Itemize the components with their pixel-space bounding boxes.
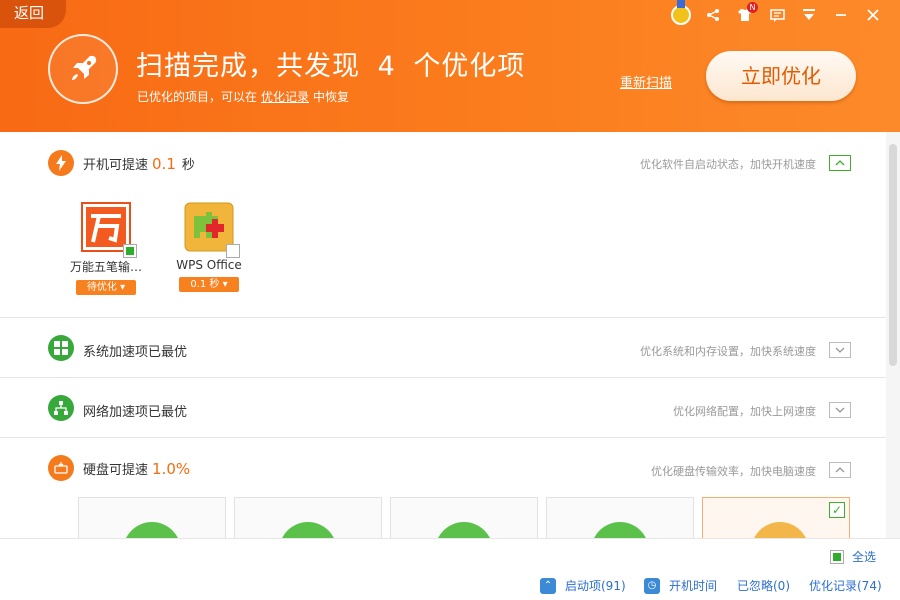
title-bar-controls: N (662, 0, 886, 26)
select-checkbox[interactable]: ✓ (829, 502, 845, 518)
scrollbar[interactable] (886, 132, 900, 538)
startup-items-link[interactable]: ⌃ 启动项(91) (540, 577, 626, 594)
boot-time-link[interactable]: ◷ 开机时间 (644, 577, 717, 594)
optimize-now-button[interactable]: 立即优化 (706, 51, 856, 101)
startup-icon: ⌃ (540, 577, 556, 594)
rescan-link[interactable]: 重新扫描 (620, 72, 672, 91)
restore-hint: 已优化的项目，可以在 优化记录 中恢复 (137, 90, 350, 104)
checkbox-box[interactable] (830, 549, 844, 564)
header: 返回 N 扫描完成，共发现 4 个优化项 已优化的项目，可以在 优化记录 中恢复… (0, 0, 900, 132)
scan-result-headline: 扫描完成，共发现 4 个优化项 (136, 51, 526, 82)
clock-icon: ◷ (644, 577, 660, 594)
found-count: 4 (377, 51, 396, 82)
status-ball (279, 522, 337, 538)
select-all-checkbox[interactable]: 全选 (830, 548, 876, 565)
status-ball (751, 522, 809, 538)
ignored-link[interactable]: 已忽略(0) (737, 577, 790, 594)
rocket-icon (48, 34, 118, 104)
footer: 全选 ⌃ 启动项(91) ◷ 开机时间 已忽略(0) 优化记录(74) (0, 538, 900, 600)
feedback-icon[interactable] (764, 4, 790, 26)
disk-card[interactable] (390, 497, 538, 538)
disk-card[interactable] (78, 497, 226, 538)
menu-icon[interactable] (796, 4, 822, 26)
status-ball (123, 522, 181, 538)
disk-card-selected[interactable]: ✓ (702, 497, 850, 538)
disk-cards-area: ✓ (0, 132, 886, 538)
status-ball (591, 522, 649, 538)
scrollbar-thumb[interactable] (889, 144, 897, 366)
share-icon[interactable] (700, 4, 726, 26)
medal-icon[interactable] (668, 0, 694, 26)
status-ball (435, 522, 493, 538)
close-icon[interactable] (860, 4, 886, 26)
disk-card[interactable] (234, 497, 382, 538)
new-badge: N (747, 2, 758, 13)
back-button[interactable]: 返回 (0, 0, 66, 28)
optimize-records-link[interactable]: 优化记录(74) (809, 577, 882, 594)
minimize-icon[interactable] (828, 4, 854, 26)
optimize-history-link[interactable]: 优化记录 (261, 90, 309, 104)
skin-icon[interactable]: N (732, 2, 758, 26)
disk-card[interactable] (546, 497, 694, 538)
